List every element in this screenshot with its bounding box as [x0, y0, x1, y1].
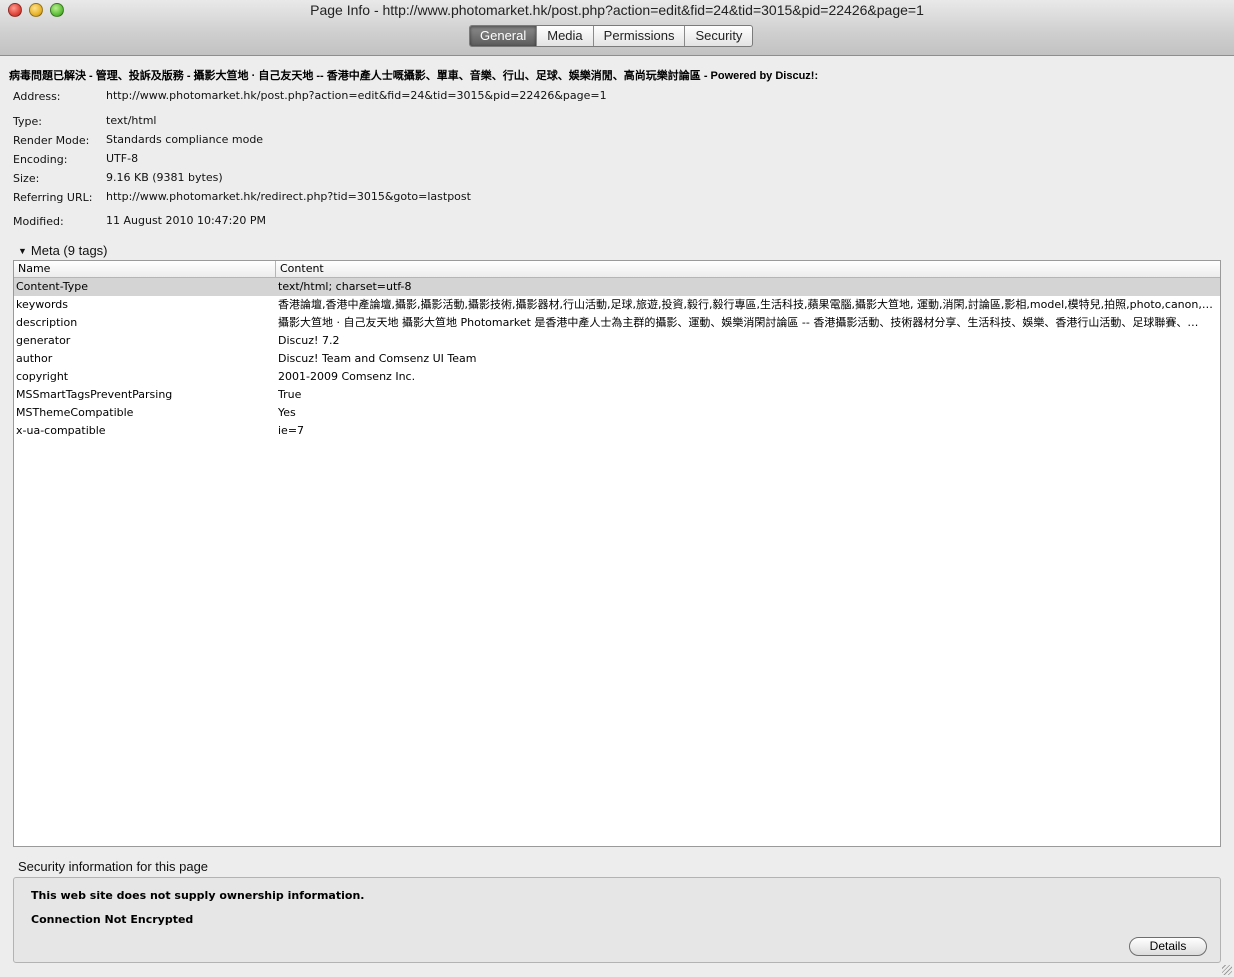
- meta-content-cell: 香港論壇,香港中產論壇,攝影,攝影活動,攝影技術,攝影器材,行山活動,足球,旅遊…: [278, 298, 1213, 311]
- meta-content-cell: True: [278, 388, 302, 401]
- column-header-name[interactable]: Name: [14, 261, 276, 278]
- referring-url-value: http://www.photomarket.hk/redirect.php?t…: [106, 190, 471, 203]
- table-row[interactable]: MSSmartTagsPreventParsing True: [14, 386, 1220, 404]
- encoding-value: UTF-8: [106, 152, 139, 165]
- meta-name-cell: Content-Type: [16, 280, 88, 293]
- meta-content-cell: Discuz! Team and Comsenz UI Team: [278, 352, 477, 365]
- meta-name-cell: MSThemeCompatible: [16, 406, 134, 419]
- table-row[interactable]: x-ua-compatible ie=7: [14, 422, 1220, 440]
- table-row[interactable]: Content-Type text/html; charset=utf-8: [14, 278, 1220, 296]
- table-row[interactable]: author Discuz! Team and Comsenz UI Team: [14, 350, 1220, 368]
- meta-name-cell: keywords: [16, 298, 69, 311]
- security-box: This web site does not supply ownership …: [13, 877, 1221, 963]
- modified-value: 11 August 2010 10:47:20 PM: [106, 214, 266, 227]
- meta-name-cell: description: [16, 316, 78, 329]
- meta-disclosure[interactable]: ▼ Meta (9 tags): [18, 243, 108, 258]
- table-row[interactable]: description 攝影大笪地 · 自己友天地 攝影大笪地 Photomar…: [14, 314, 1220, 332]
- meta-header-label: Meta (9 tags): [30, 243, 108, 258]
- render-mode-value: Standards compliance mode: [106, 133, 264, 146]
- meta-name-cell: copyright: [16, 370, 69, 383]
- meta-name-cell: author: [16, 352, 53, 365]
- table-row[interactable]: copyright 2001-2009 Comsenz Inc.: [14, 368, 1220, 386]
- tab-general[interactable]: General: [470, 26, 537, 46]
- meta-content-cell: 攝影大笪地 · 自己友天地 攝影大笪地 Photomarket 是香港中產人士為…: [278, 316, 1199, 329]
- window-titlebar: Page Info - http://www.photomarket.hk/po…: [0, 0, 1234, 56]
- meta-name-cell: generator: [16, 334, 71, 347]
- resize-grip-icon[interactable]: [1222, 965, 1232, 975]
- tab-security[interactable]: Security: [684, 26, 752, 46]
- table-row[interactable]: MSThemeCompatible Yes: [14, 404, 1220, 422]
- table-row[interactable]: keywords 香港論壇,香港中產論壇,攝影,攝影活動,攝影技術,攝影器材,行…: [14, 296, 1220, 314]
- tab-media[interactable]: Media: [536, 26, 592, 46]
- meta-content-cell: text/html; charset=utf-8: [278, 280, 412, 293]
- meta-content-cell: 2001-2009 Comsenz Inc.: [278, 370, 416, 383]
- meta-content-cell: ie=7: [278, 424, 305, 437]
- referring-url-label: Referring URL:: [13, 191, 93, 204]
- connection-text: Connection Not Encrypted: [31, 913, 194, 926]
- address-value: http://www.photomarket.hk/post.php?actio…: [106, 89, 607, 102]
- meta-table[interactable]: Name Content Content-Type text/html; cha…: [13, 260, 1221, 847]
- column-header-content[interactable]: Content: [276, 261, 1220, 278]
- encoding-label: Encoding:: [13, 153, 68, 166]
- security-section-label: Security information for this page: [18, 859, 209, 874]
- page-title: 病毒問題已解決 - 管理、投訴及版務 - 攝影大笪地 · 自己友天地 -- 香港…: [9, 70, 819, 82]
- address-label: Address:: [13, 90, 61, 103]
- size-value: 9.16 KB (9381 bytes): [106, 171, 223, 184]
- size-label: Size:: [13, 172, 40, 185]
- meta-name-cell: MSSmartTagsPreventParsing: [16, 388, 173, 401]
- modified-label: Modified:: [13, 215, 64, 228]
- render-mode-label: Render Mode:: [13, 134, 90, 147]
- meta-content-cell: Yes: [278, 406, 296, 419]
- disclosure-triangle-icon: ▼: [18, 246, 27, 256]
- tab-permissions[interactable]: Permissions: [592, 26, 685, 46]
- type-value: text/html: [106, 114, 157, 127]
- details-button[interactable]: Details: [1129, 937, 1207, 956]
- tab-bar: General Media Permissions Security: [469, 25, 754, 47]
- meta-content-cell: Discuz! 7.2: [278, 334, 340, 347]
- ownership-text: This web site does not supply ownership …: [31, 889, 365, 902]
- meta-name-cell: x-ua-compatible: [16, 424, 106, 437]
- table-row[interactable]: generator Discuz! 7.2: [14, 332, 1220, 350]
- type-label: Type:: [13, 115, 42, 128]
- window-title: Page Info - http://www.photomarket.hk/po…: [310, 2, 924, 18]
